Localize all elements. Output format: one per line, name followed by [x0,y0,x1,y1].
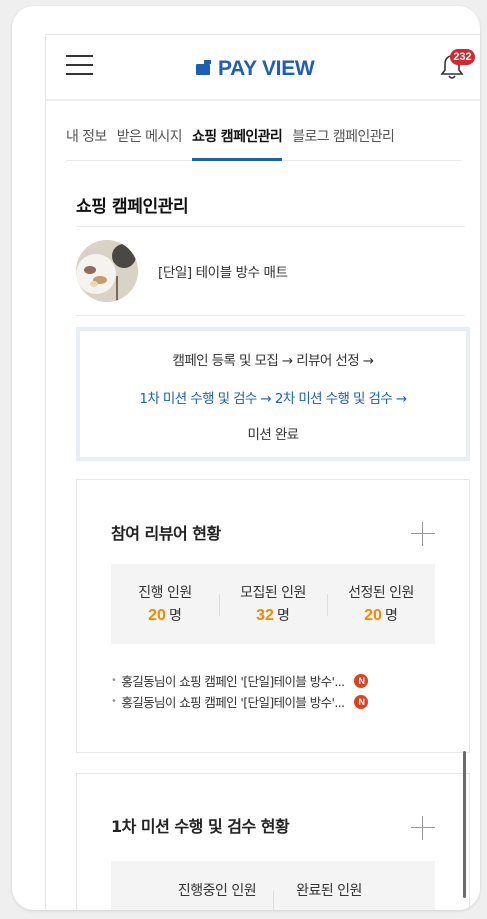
stat-label: 진행 인원 [138,585,192,601]
stat-in-progress: 진행중인 인원 [161,861,273,910]
process-step-row-3: 미션 완료 [247,427,300,443]
reviewer-status-title: 참여 리뷰어 현황 [111,524,221,543]
food-plate-thumbnail-icon[interactable] [76,240,138,302]
stat-label: 완료된 인원 [296,883,362,899]
tab-received-messages[interactable]: 받은 메시지 [117,123,183,160]
campaign-product[interactable]: [단일] 테이블 방수 매트 [76,240,465,302]
activity-list: • 홍길동님이 쇼핑 캠페인 '[단일]테이블 방수'... N • 홍길동님이… [111,670,439,712]
process-step-row-2: 1차 미션 수행 및 검수 → 2차 미션 수행 및 검수 → [139,391,407,407]
list-item[interactable]: • 홍길동님이 쇼핑 캠페인 '[단일]테이블 방수'... N [111,670,439,691]
bullet-icon: • [111,696,117,707]
title-divider [76,226,465,227]
stat-completed: 완료된 인원 [273,861,385,910]
app-logo[interactable]: PAY VIEW [196,57,315,81]
stat-unit: 명 [276,608,290,624]
app-screen: PAY VIEW 232 내 정보 받은 메시지 쇼핑 캠페인관리 블로그 캠페… [45,34,480,910]
stat-unit: 명 [384,608,398,624]
stat-number: 32 [256,607,274,624]
expand-plus-icon[interactable] [411,522,435,546]
scrollbar[interactable] [463,751,466,898]
product-divider [76,315,465,316]
page-title: 쇼핑 캠페인관리 [76,197,189,217]
stat-label: 선정된 인원 [348,585,414,601]
bullet-icon: • [111,675,117,686]
product-name[interactable]: [단일] 테이블 방수 매트 [158,261,288,281]
app-header: PAY VIEW 232 [46,35,480,101]
stat-number: 20 [364,607,382,624]
tab-my-info[interactable]: 내 정보 [66,123,107,160]
stat-recruited: 모집된 인원 32 명 [219,564,327,644]
activity-text: 홍길동님이 쇼핑 캠페인 '[단일]테이블 방수'... [121,674,345,689]
process-step-row-1: 캠페인 등록 및 모집 → 리뷰어 선정 → [172,353,375,369]
stat-number: 20 [148,607,166,624]
stat-label: 진행중인 인원 [177,883,257,899]
device-background: PAY VIEW 232 내 정보 받은 메시지 쇼핑 캠페인관리 블로그 캠페… [0,0,487,919]
tab-bar: 내 정보 받은 메시지 쇼핑 캠페인관리 블로그 캠페인관리 [66,123,461,161]
new-badge: N [354,694,369,709]
reviewer-stats: 진행 인원 20 명 모집된 인원 32 명 선정된 인원 20 명 [111,564,435,644]
stat-value: 20 명 [327,605,435,625]
activity-text: 홍길동님이 쇼핑 캠페인 '[단일]테이블 방수'... [121,695,345,710]
tab-shopping-campaign[interactable]: 쇼핑 캠페인관리 [191,123,283,161]
logo-text: PAY VIEW [218,57,315,80]
stat-in-progress: 진행 인원 20 명 [111,564,219,644]
mission1-status-title: 1차 미션 수행 및 검수 현황 [111,817,290,836]
stat-value: 20 명 [111,605,219,625]
mission1-status-panel: 1차 미션 수행 및 검수 현황 진행중인 인원 완료된 인원 [76,773,470,910]
list-item[interactable]: • 홍길동님이 쇼핑 캠페인 '[단일]테이블 방수'... N [111,691,439,712]
stat-unit: 명 [168,608,182,624]
expand-plus-icon[interactable] [411,816,435,840]
phone-frame: PAY VIEW 232 내 정보 받은 메시지 쇼핑 캠페인관리 블로그 캠페… [12,6,480,910]
stat-selected: 선정된 인원 20 명 [327,564,435,644]
stat-label: 모집된 인원 [240,585,306,601]
tab-blog-campaign[interactable]: 블로그 캠페인관리 [292,123,395,160]
reviewer-status-panel: 참여 리뷰어 현황 진행 인원 20 명 모집된 인원 32 명 선정된 인원 20… [76,479,470,753]
campaign-process-box: 캠페인 등록 및 모집 → 리뷰어 선정 → 1차 미션 수행 및 검수 → 2… [76,327,470,461]
logo-mark-icon [196,59,211,75]
new-badge: N [354,673,369,688]
notification-count-badge: 232 [450,49,475,65]
menu-icon[interactable] [66,55,93,75]
mission1-stats: 진행중인 인원 완료된 인원 [111,861,435,910]
stat-value: 32 명 [219,605,327,625]
